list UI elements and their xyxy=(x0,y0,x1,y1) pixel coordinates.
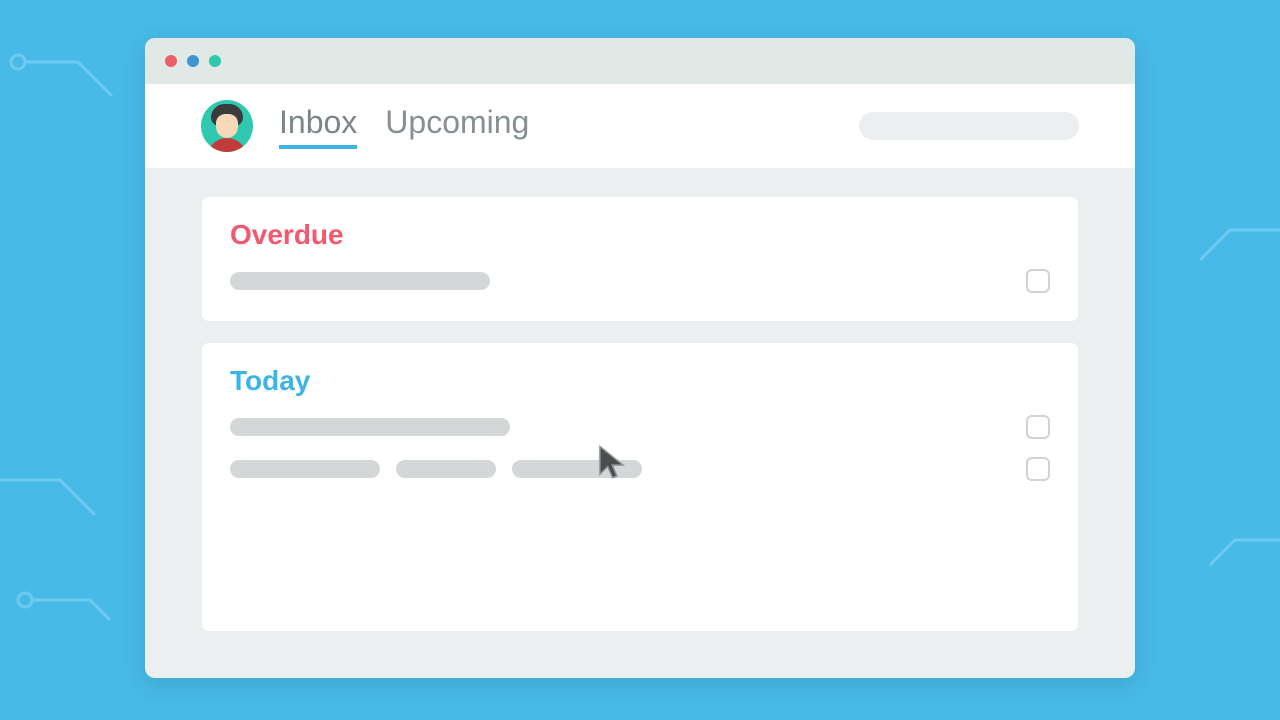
header-tabs: Inbox Upcoming xyxy=(279,104,529,149)
search-input[interactable] xyxy=(859,112,1079,140)
task-placeholder xyxy=(396,460,496,478)
window-minimize-button[interactable] xyxy=(187,55,199,67)
task-placeholder xyxy=(230,460,380,478)
task-row[interactable] xyxy=(230,415,1050,439)
task-row[interactable] xyxy=(230,457,1050,481)
app-header: Inbox Upcoming xyxy=(145,84,1135,170)
window-titlebar xyxy=(145,38,1135,84)
avatar[interactable] xyxy=(201,100,253,152)
task-checkbox[interactable] xyxy=(1026,457,1050,481)
task-placeholder xyxy=(230,272,490,290)
overdue-section: Overdue xyxy=(201,196,1079,322)
today-section: Today xyxy=(201,342,1079,632)
task-checkbox[interactable] xyxy=(1026,269,1050,293)
tab-inbox[interactable]: Inbox xyxy=(279,104,357,149)
app-window: Inbox Upcoming Overdue Today xyxy=(145,38,1135,678)
task-checkbox[interactable] xyxy=(1026,415,1050,439)
overdue-title: Overdue xyxy=(230,219,1050,251)
tab-upcoming[interactable]: Upcoming xyxy=(385,104,529,145)
task-placeholder xyxy=(512,460,642,478)
content-area: Overdue Today xyxy=(145,170,1135,678)
task-placeholder xyxy=(230,418,510,436)
task-row[interactable] xyxy=(230,269,1050,293)
window-close-button[interactable] xyxy=(165,55,177,67)
window-zoom-button[interactable] xyxy=(209,55,221,67)
today-title: Today xyxy=(230,365,1050,397)
